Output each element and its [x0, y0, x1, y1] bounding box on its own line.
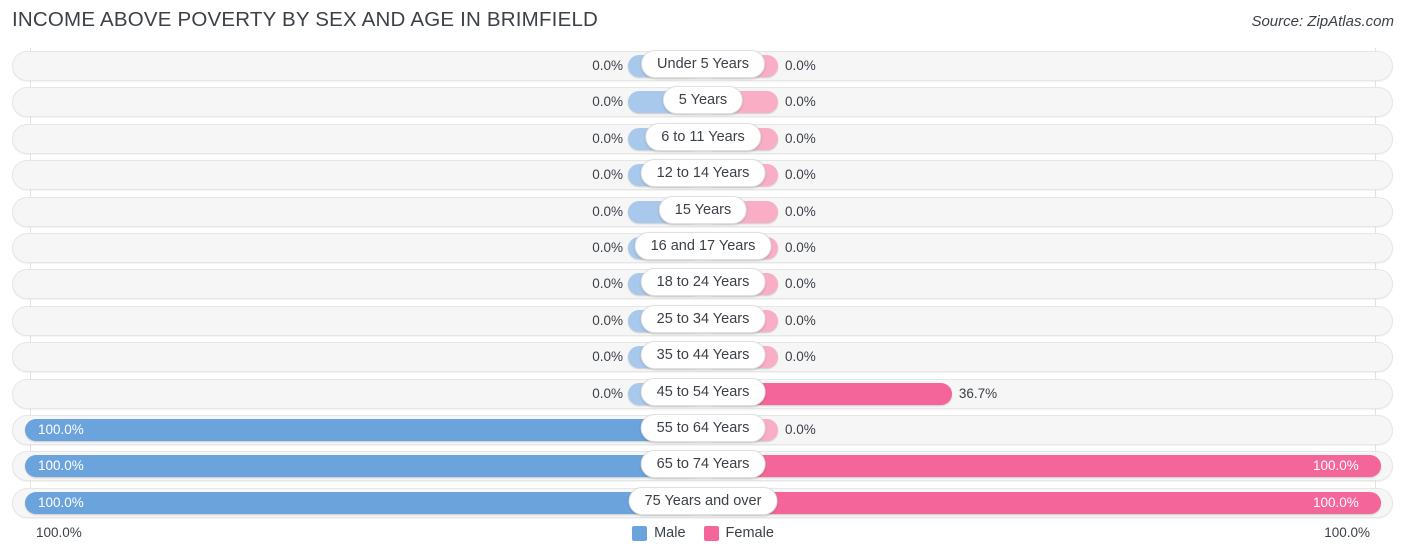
male-value-label: 0.0%	[592, 58, 623, 73]
chart-row: 0.0% 0.0% 6 to 11 Years	[0, 121, 1406, 157]
female-bar[interactable]	[703, 455, 1381, 478]
male-value-label: 0.0%	[592, 130, 623, 146]
chart-row: 100.0% 100.0% 65 to 74 Years	[0, 448, 1406, 484]
chart-row: 0.0% 0.0% 15 Years	[0, 194, 1406, 230]
chart-row: 0.0% 0.0% 12 to 14 Years	[0, 157, 1406, 193]
chart-row: 0.0% 0.0% Under 5 Years	[0, 48, 1406, 84]
category-label-pill: 55 to 64 Years	[640, 413, 766, 442]
female-value-label: 0.0%	[785, 58, 816, 73]
chart-row: 0.0% 0.0% 25 to 34 Years	[0, 303, 1406, 339]
female-bar[interactable]	[703, 491, 1381, 514]
category-label-pill: 75 Years and over	[628, 486, 778, 515]
category-label-pill: 18 to 24 Years	[640, 268, 766, 297]
category-label-pill: 15 Years	[658, 195, 748, 224]
female-color-swatch	[703, 525, 719, 541]
male-value-label: 0.0%	[592, 312, 623, 328]
male-value-label: 0.0%	[592, 349, 623, 365]
male-value-label: 100.0%	[38, 421, 84, 437]
female-value-label: 0.0%	[785, 203, 816, 219]
male-bar[interactable]	[25, 491, 703, 514]
male-value-label: 100.0%	[38, 494, 84, 510]
category-label-pill: 45 to 54 Years	[640, 377, 766, 406]
category-label-pill: 5 Years	[662, 86, 744, 115]
male-value-label: 0.0%	[592, 167, 623, 183]
chart-row: 0.0% 0.0% 18 to 24 Years	[0, 266, 1406, 302]
male-value-label: 0.0%	[592, 94, 623, 110]
source-attribution: Source: ZipAtlas.com	[1251, 13, 1394, 30]
chart-row: 0.0% 36.7% 45 to 54 Years	[0, 376, 1406, 412]
male-value-label: 0.0%	[592, 276, 623, 292]
chart-plot-area: 0.0% 0.0% Under 5 Years 0.0% 0.0% 5 Years 0.0%…	[0, 48, 1406, 520]
chart-rows: 0.0% 0.0% Under 5 Years 0.0% 0.0% 5 Years 0.0%…	[0, 48, 1406, 521]
male-bar[interactable]	[25, 455, 703, 478]
male-bar[interactable]	[25, 418, 703, 441]
female-value-label: 100.0%	[1313, 494, 1359, 510]
female-value-label: 0.0%	[785, 130, 816, 146]
male-color-swatch	[632, 525, 648, 541]
category-label-pill: 12 to 14 Years	[640, 159, 766, 188]
chart-row: 0.0% 0.0% 16 and 17 Years	[0, 230, 1406, 266]
chart-row: 100.0% 100.0% 75 Years and over	[0, 485, 1406, 521]
legend-item-female[interactable]: Female	[703, 525, 774, 541]
category-label-pill: 6 to 11 Years	[645, 122, 761, 151]
chart-legend: Male Female	[0, 525, 1406, 541]
male-value-label: 100.0%	[38, 458, 84, 474]
category-label-pill: 25 to 34 Years	[640, 304, 766, 333]
chart-row: 100.0% 0.0% 55 to 64 Years	[0, 412, 1406, 448]
legend-label-female: Female	[725, 525, 774, 541]
female-value-label: 0.0%	[785, 349, 816, 365]
female-value-label: 36.7%	[958, 385, 998, 401]
male-value-label: 0.0%	[592, 385, 623, 401]
chart-row: 0.0% 0.0% 35 to 44 Years	[0, 339, 1406, 375]
female-value-label: 0.0%	[785, 312, 816, 328]
chart-row: 0.0% 0.0% 5 Years	[0, 84, 1406, 120]
male-value-label: 0.0%	[592, 239, 623, 255]
category-label-pill: Under 5 Years	[641, 50, 765, 78]
category-label-pill: 65 to 74 Years	[640, 450, 766, 479]
female-value-label: 0.0%	[785, 94, 816, 110]
category-label-pill: 35 to 44 Years	[640, 341, 766, 370]
female-value-label: 0.0%	[785, 167, 816, 183]
legend-label-male: Male	[654, 525, 686, 541]
female-value-label: 0.0%	[785, 239, 816, 255]
female-value-label: 0.0%	[785, 276, 816, 292]
chart-footer: 100.0% 100.0% Male Female	[0, 520, 1406, 558]
legend-item-male[interactable]: Male	[632, 525, 686, 541]
female-value-label: 0.0%	[785, 421, 816, 437]
female-value-label: 100.0%	[1313, 458, 1359, 474]
category-label-pill: 16 and 17 Years	[634, 231, 772, 260]
male-value-label: 0.0%	[592, 203, 623, 219]
page-title: INCOME ABOVE POVERTY BY SEX AND AGE IN B…	[12, 8, 599, 31]
